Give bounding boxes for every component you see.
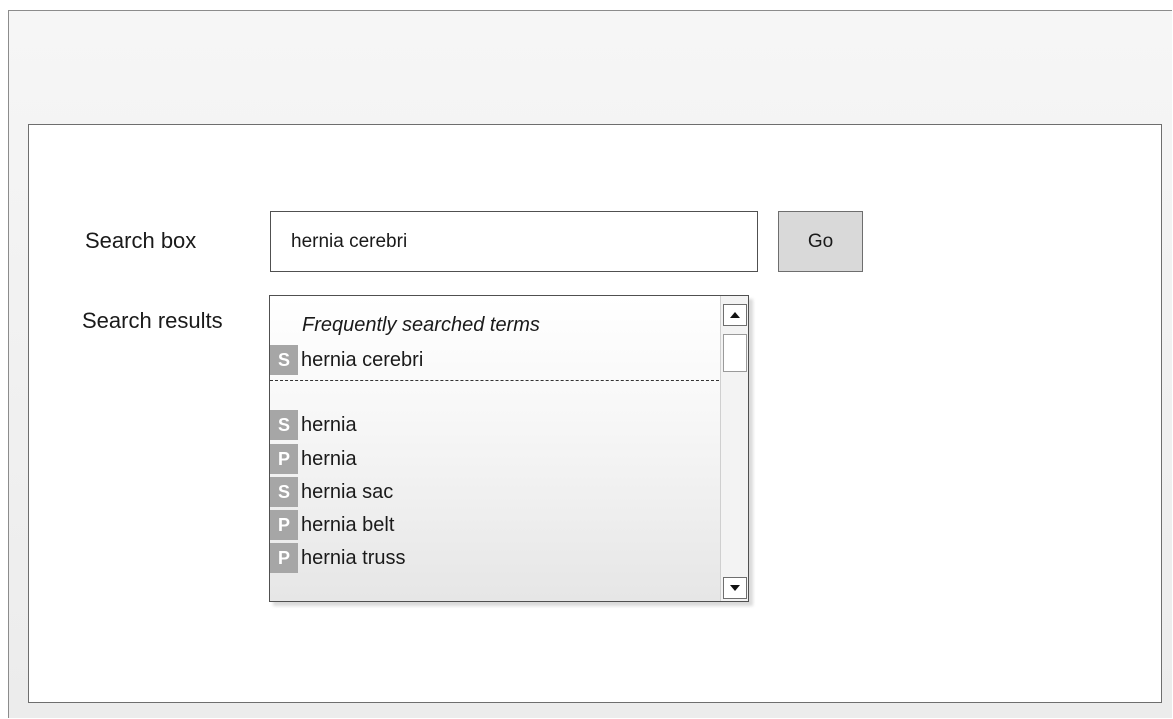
triangle-down-icon <box>730 585 740 591</box>
list-item-label: hernia belt <box>301 513 395 536</box>
results-divider <box>270 380 719 381</box>
list-item-label: hernia sac <box>301 480 394 503</box>
list-item[interactable]: S hernia cerebri <box>270 345 423 375</box>
search-box-label: Search box <box>85 228 197 253</box>
type-badge: S <box>270 410 298 440</box>
search-results-list[interactable]: Frequently searched terms S hernia cereb… <box>269 295 749 602</box>
triangle-up-icon <box>730 312 740 318</box>
list-item-label: hernia cerebri <box>301 348 424 371</box>
list-item[interactable]: P hernia belt <box>270 510 394 540</box>
search-results-label: Search results <box>82 308 223 333</box>
list-item-label: hernia <box>301 447 357 470</box>
list-item-label: hernia truss <box>301 546 406 569</box>
type-badge: S <box>270 345 298 375</box>
vertical-scrollbar[interactable] <box>720 296 748 601</box>
go-button[interactable]: Go <box>778 211 863 272</box>
type-badge: P <box>270 543 298 573</box>
list-item-label: hernia <box>301 413 357 436</box>
list-item[interactable]: P hernia truss <box>270 543 406 573</box>
type-badge: P <box>270 444 298 474</box>
scroll-thumb[interactable] <box>723 334 747 372</box>
frequent-terms-heading: Frequently searched terms <box>302 314 540 336</box>
list-item[interactable]: S hernia <box>270 410 357 440</box>
results-list-content: Frequently searched terms S hernia cereb… <box>270 296 720 601</box>
search-input[interactable] <box>270 211 758 272</box>
list-item[interactable]: S hernia sac <box>270 477 393 507</box>
type-badge: P <box>270 510 298 540</box>
scroll-up-button[interactable] <box>723 304 747 326</box>
list-item[interactable]: P hernia <box>270 444 357 474</box>
scroll-down-button[interactable] <box>723 577 747 599</box>
type-badge: S <box>270 477 298 507</box>
